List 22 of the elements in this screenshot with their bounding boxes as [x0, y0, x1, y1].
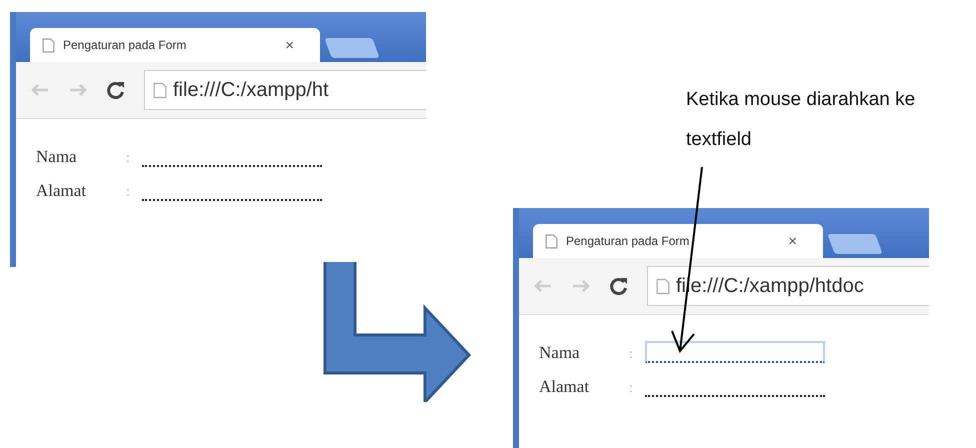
colon: :: [126, 185, 131, 201]
browser-tab[interactable]: Pengaturan pada Form ×: [533, 224, 823, 258]
page-icon: [545, 234, 558, 248]
field-label: Alamat: [539, 377, 590, 397]
tab-title: Pengaturan pada Form: [566, 234, 690, 248]
page-icon: [656, 278, 670, 294]
field-label: Nama: [539, 343, 581, 363]
tab-title: Pengaturan pada Form: [63, 38, 188, 52]
reload-icon[interactable]: [106, 80, 126, 100]
field-label: Alamat: [36, 181, 88, 201]
colon: :: [629, 381, 634, 397]
page-icon: [42, 38, 55, 52]
page-icon: [153, 82, 167, 98]
colon: :: [629, 347, 634, 363]
reload-icon[interactable]: [609, 276, 629, 296]
colon: :: [126, 151, 131, 167]
browser-tab[interactable]: Pengaturan pada Form ×: [30, 28, 320, 62]
address-bar[interactable]: file:///C:/xampp/ht: [144, 70, 426, 110]
close-tab-button[interactable]: ×: [788, 232, 797, 250]
field-label: Nama: [36, 147, 78, 167]
annotation-text: Ketika mouse diarahkan ke textfield: [686, 88, 916, 152]
close-tab-button[interactable]: ×: [285, 36, 294, 54]
